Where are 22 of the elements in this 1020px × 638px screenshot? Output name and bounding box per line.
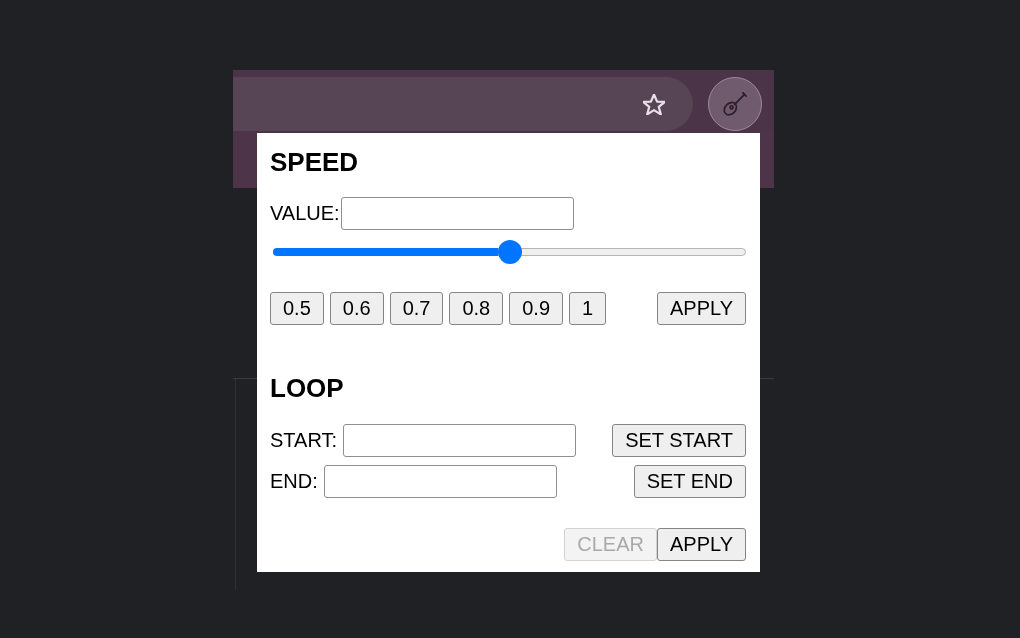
field-label: VALUE: — [270, 202, 340, 225]
preset-button[interactable]: 0.7 — [389, 292, 444, 325]
preset-button[interactable]: 0.5 — [270, 292, 324, 325]
time-input[interactable] — [343, 424, 577, 457]
speed-input[interactable] — [340, 197, 574, 230]
time-input[interactable] — [323, 465, 557, 498]
field-label: START: — [270, 429, 338, 452]
preset-button[interactable]: 0.6 — [329, 292, 384, 325]
slider-thumb[interactable] — [497, 240, 522, 264]
preset-button[interactable]: 0.9 — [509, 292, 564, 325]
section-heading: SPEED — [270, 146, 359, 178]
preset-button[interactable]: 1 — [569, 292, 607, 325]
bookmark-star-icon[interactable] — [643, 93, 665, 115]
preset-button[interactable]: 0.8 — [449, 292, 504, 325]
field-label: END: — [270, 470, 318, 493]
guitar-icon — [723, 92, 747, 116]
apply-button[interactable]: APPLY — [657, 292, 746, 325]
action-button[interactable]: APPLY — [657, 528, 746, 561]
set-point-button[interactable]: SET END — [633, 465, 746, 498]
section-heading: LOOP — [270, 372, 344, 404]
set-point-button[interactable]: SET START — [612, 424, 746, 457]
extension-button[interactable] — [708, 77, 762, 131]
